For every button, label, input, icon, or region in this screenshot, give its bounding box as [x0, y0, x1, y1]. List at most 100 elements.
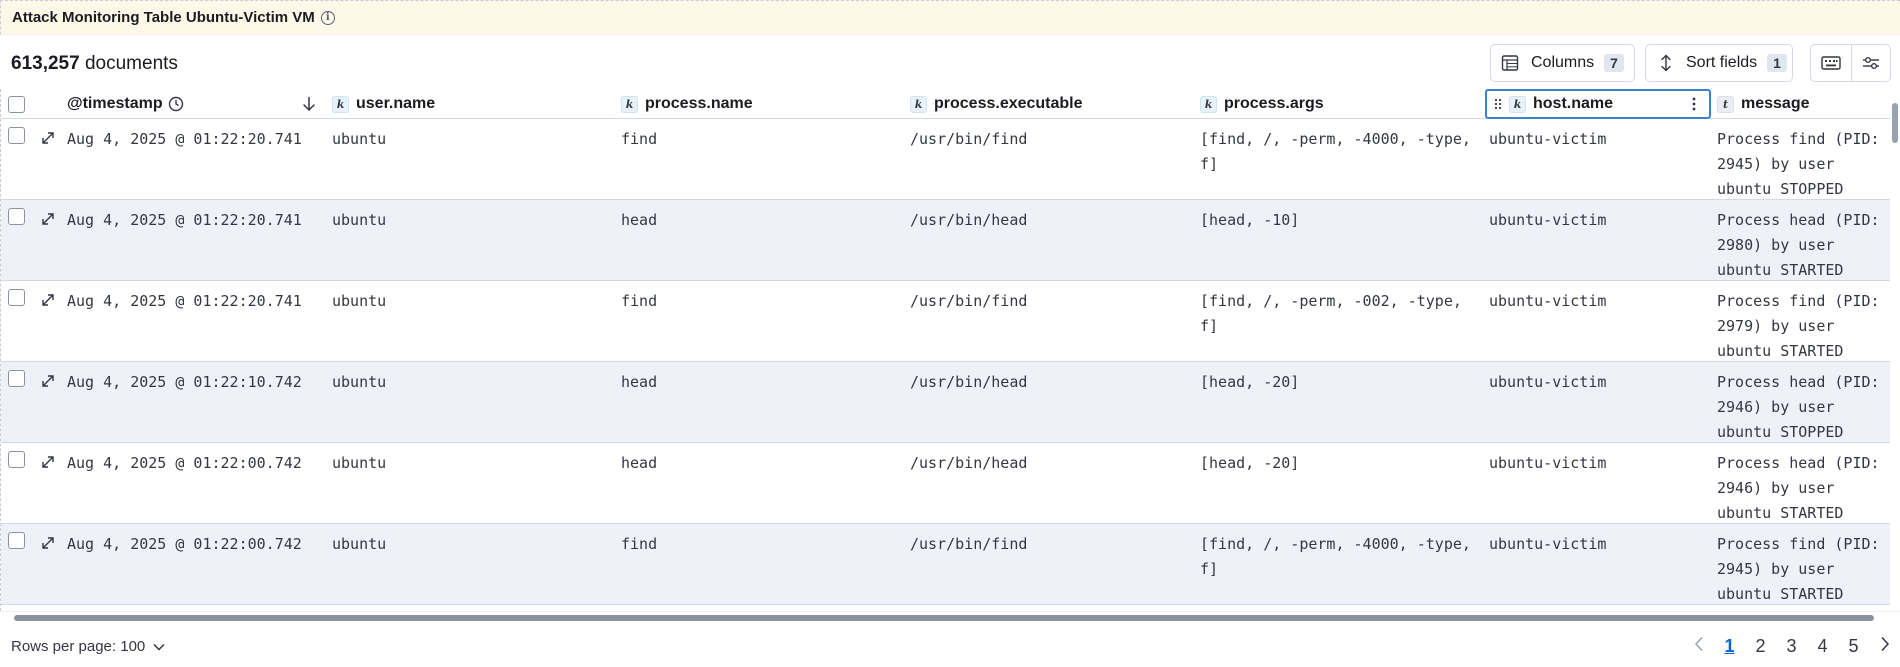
- cell-process-name: head: [621, 211, 658, 229]
- keyword-type-icon: k: [910, 95, 927, 113]
- cell-process-executable: /usr/bin/find: [910, 130, 1028, 148]
- column-header-process-args[interactable]: k process.args: [1200, 89, 1324, 119]
- sort-fields-label: Sort fields: [1686, 54, 1758, 71]
- row-select-checkbox[interactable]: [8, 370, 25, 387]
- cell-process-name: find: [621, 535, 658, 553]
- column-header-label: process.name: [645, 95, 753, 112]
- settings-sliders-icon: [1863, 57, 1879, 69]
- column-header-process-name[interactable]: k process.name: [621, 89, 753, 119]
- cell-timestamp: Aug 4, 2025 @ 01:22:00.742: [67, 454, 302, 472]
- document-count-number: 613,257: [11, 53, 80, 74]
- cell-process-name: find: [621, 130, 658, 148]
- grid-footer: Rows per page: 100 1 2 3 4 5: [0, 628, 1900, 667]
- cell-user-name: ubuntu: [332, 454, 387, 472]
- expand-icon[interactable]: [39, 534, 57, 552]
- sort-fields-button[interactable]: Sort fields 1: [1645, 44, 1793, 82]
- previous-page-icon[interactable]: [1683, 636, 1714, 657]
- column-header-label: process.args: [1224, 95, 1324, 112]
- cell-process-executable: /usr/bin/find: [910, 292, 1028, 310]
- text-type-icon: t: [1717, 95, 1734, 113]
- cell-host-name: ubuntu-victim: [1489, 292, 1607, 310]
- cell-process-executable: /usr/bin/head: [910, 211, 1028, 229]
- cell-process-name: find: [621, 292, 658, 310]
- info-icon[interactable]: i: [320, 10, 335, 25]
- page-button-1[interactable]: 1: [1714, 636, 1745, 657]
- sort-icon: [1661, 54, 1671, 72]
- grid-header-row: @timestamp k user.name k process.name k …: [1, 89, 1890, 119]
- document-count: 613,257 documents: [11, 53, 178, 75]
- cell-timestamp: Aug 4, 2025 @ 01:22:20.741: [67, 211, 302, 229]
- cell-message: Process head (PID: 2980) by user ubuntu …: [1717, 211, 1880, 279]
- expand-icon[interactable]: [39, 210, 57, 228]
- cell-user-name: ubuntu: [332, 292, 387, 310]
- row-select-checkbox[interactable]: [8, 451, 25, 468]
- cell-process-args: [head, -20]: [1200, 373, 1300, 391]
- select-all-checkbox[interactable]: [8, 89, 25, 119]
- keyword-type-icon: k: [1509, 95, 1526, 113]
- cell-message: Process find (PID: 2945) by user ubuntu …: [1717, 130, 1880, 198]
- display-settings-button[interactable]: [1851, 44, 1891, 82]
- horizontal-scrollbar[interactable]: [0, 611, 1900, 623]
- cell-timestamp: Aug 4, 2025 @ 01:22:10.742: [67, 373, 302, 391]
- column-header-timestamp[interactable]: @timestamp: [67, 89, 322, 119]
- next-page-icon[interactable]: [1869, 636, 1900, 657]
- row-select-checkbox[interactable]: [8, 532, 25, 549]
- cell-process-args: [find, /, -perm, -4000, -type, f]: [1200, 130, 1471, 173]
- expand-icon[interactable]: [39, 372, 57, 390]
- column-header-label: process.executable: [934, 95, 1083, 112]
- page-button-5[interactable]: 5: [1838, 636, 1869, 657]
- table-row: Aug 4, 2025 @ 01:22:10.742 ubuntu head /…: [1, 362, 1890, 443]
- grid-toolbar: 613,257 documents Columns 7 Sort fields …: [0, 36, 1900, 92]
- cell-user-name: ubuntu: [332, 211, 387, 229]
- column-header-label: message: [1741, 95, 1810, 112]
- row-select-checkbox[interactable]: [8, 289, 25, 306]
- pagination: 1 2 3 4 5: [1683, 636, 1900, 657]
- page-button-3[interactable]: 3: [1776, 636, 1807, 657]
- cell-user-name: ubuntu: [332, 130, 387, 148]
- cell-message: Process head (PID: 2946) by user ubuntu …: [1717, 373, 1880, 441]
- expand-icon[interactable]: [39, 129, 57, 147]
- cell-host-name: ubuntu-victim: [1489, 373, 1607, 391]
- cell-host-name: ubuntu-victim: [1489, 211, 1607, 229]
- cell-timestamp: Aug 4, 2025 @ 01:22:20.741: [67, 292, 302, 310]
- cell-process-args: [head, -10]: [1200, 211, 1300, 229]
- column-header-user-name[interactable]: k user.name: [332, 89, 435, 119]
- cell-host-name: ubuntu-victim: [1489, 535, 1607, 553]
- clock-icon: [168, 96, 183, 112]
- table-row: Aug 4, 2025 @ 01:22:20.741 ubuntu head /…: [1, 200, 1890, 281]
- column-header-label: host.name: [1533, 95, 1614, 112]
- panel-title-bar: Attack Monitoring Table Ubuntu-Victim VM…: [0, 0, 1900, 35]
- cell-process-executable: /usr/bin/find: [910, 535, 1028, 553]
- sort-descending-icon[interactable]: [302, 96, 316, 112]
- cell-process-executable: /usr/bin/head: [910, 454, 1028, 472]
- cell-host-name: ubuntu-victim: [1489, 130, 1607, 148]
- table-row: Aug 4, 2025 @ 01:22:20.741 ubuntu find /…: [1, 119, 1890, 200]
- cell-process-args: [find, /, -perm, -002, -type, f]: [1200, 292, 1462, 335]
- column-actions-icon[interactable]: [1691, 96, 1697, 112]
- column-header-label: @timestamp: [67, 95, 163, 112]
- drag-handle-icon[interactable]: [1493, 97, 1503, 111]
- cell-timestamp: Aug 4, 2025 @ 01:22:00.742: [67, 535, 302, 553]
- row-select-checkbox[interactable]: [8, 208, 25, 225]
- table-row: Aug 4, 2025 @ 01:22:00.742 ubuntu find /…: [1, 524, 1890, 605]
- columns-count-badge: 7: [1604, 54, 1624, 72]
- expand-icon[interactable]: [39, 291, 57, 309]
- row-select-checkbox[interactable]: [8, 127, 25, 144]
- expand-icon[interactable]: [39, 453, 57, 471]
- column-header-message[interactable]: t message: [1717, 89, 1810, 119]
- cell-process-executable: /usr/bin/head: [910, 373, 1028, 391]
- vertical-scrollbar[interactable]: [1890, 89, 1900, 611]
- columns-button[interactable]: Columns 7: [1490, 44, 1635, 82]
- cell-timestamp: Aug 4, 2025 @ 01:22:20.741: [67, 130, 302, 148]
- keyboard-shortcuts-button[interactable]: [1810, 44, 1852, 82]
- cell-message: Process head (PID: 2946) by user ubuntu …: [1717, 454, 1880, 522]
- table-row: Aug 4, 2025 @ 01:22:20.741 ubuntu find /…: [1, 281, 1890, 362]
- column-header-process-executable[interactable]: k process.executable: [910, 89, 1083, 119]
- cell-process-name: head: [621, 373, 658, 391]
- cell-message: Process find (PID: 2945) by user ubuntu …: [1717, 535, 1880, 603]
- page-button-2[interactable]: 2: [1745, 636, 1776, 657]
- column-header-host-name[interactable]: k host.name: [1485, 89, 1711, 119]
- keyboard-icon: [1821, 56, 1841, 70]
- page-button-4[interactable]: 4: [1807, 636, 1838, 657]
- rows-per-page-selector[interactable]: Rows per page: 100: [11, 638, 165, 655]
